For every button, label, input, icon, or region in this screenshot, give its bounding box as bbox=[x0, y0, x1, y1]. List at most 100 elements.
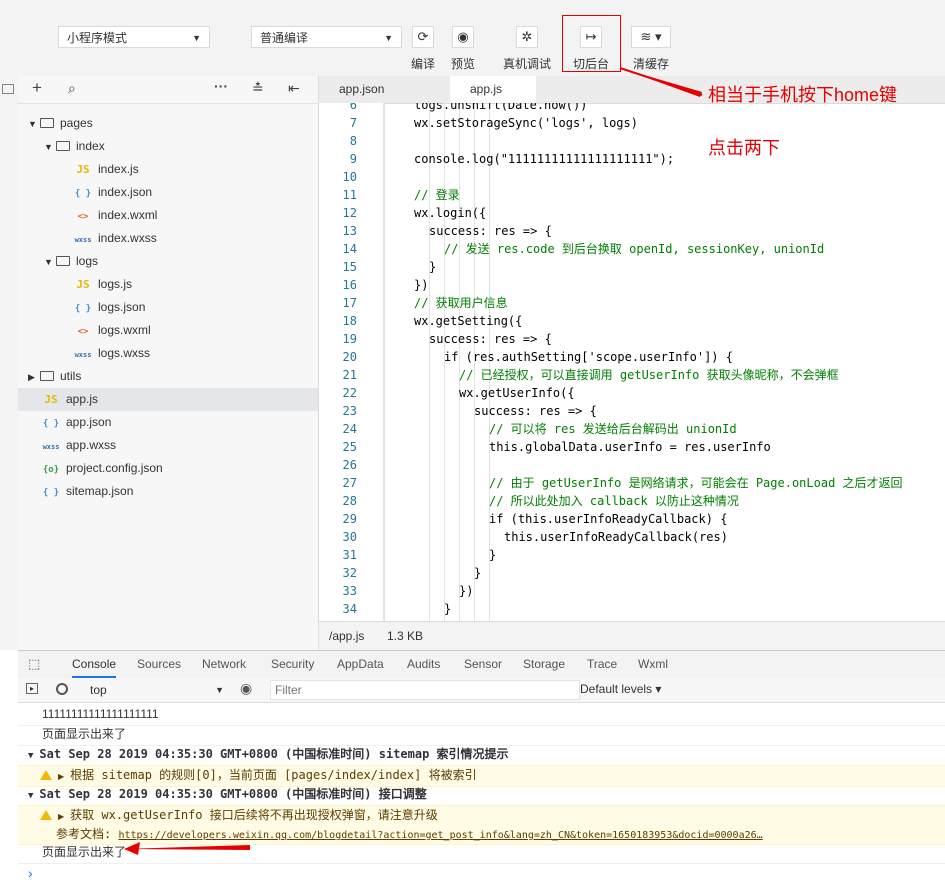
code-line: this.globalData.userInfo = res.userInfo bbox=[489, 440, 771, 454]
switch-background-button[interactable]: ↦ 切后台 bbox=[569, 26, 613, 72]
search-icon[interactable]: ⌕ bbox=[68, 80, 76, 97]
devtools-tab-sources[interactable]: Sources bbox=[137, 651, 181, 678]
tree-item-logs-wxml[interactable]: <> logs.wxml bbox=[18, 319, 318, 342]
console-log-text: 11111111111111111111 bbox=[42, 707, 159, 721]
tree-item-project-config-json[interactable]: {o} project.config.json bbox=[18, 457, 318, 480]
tree-item-logs-js[interactable]: JS logs.js bbox=[18, 273, 318, 296]
console-log-text: 页面显示出来了 bbox=[42, 845, 127, 859]
wxss-file-icon: wxss bbox=[42, 443, 60, 451]
folder-icon bbox=[56, 256, 70, 266]
line-number: 12 bbox=[342, 206, 357, 220]
tree-item-index-wxss[interactable]: wxss index.wxss bbox=[18, 227, 318, 250]
warning-icon bbox=[40, 810, 52, 820]
context-value: top bbox=[90, 683, 107, 697]
line-number: 14 bbox=[342, 242, 357, 256]
chevron-down-icon: ▼ bbox=[28, 119, 37, 129]
add-file-icon[interactable]: + bbox=[32, 78, 42, 98]
code-line: // 登录 bbox=[414, 188, 460, 202]
line-number: 9 bbox=[349, 152, 357, 166]
context-select[interactable]: top ▼ bbox=[84, 680, 224, 700]
tab-app-json[interactable]: app.json bbox=[319, 76, 449, 103]
line-number: 21 bbox=[342, 368, 357, 382]
sidebar-toggle-icon[interactable]: ▸ bbox=[26, 683, 38, 694]
panel-icon[interactable] bbox=[2, 84, 14, 94]
refresh-icon: ⟳ bbox=[412, 26, 434, 48]
devtools-tab-sensor[interactable]: Sensor bbox=[464, 651, 502, 678]
tree-item-app-wxss[interactable]: wxss app.wxss bbox=[18, 434, 318, 457]
js-file-icon: JS bbox=[76, 278, 90, 291]
chevron-down-icon: ▼ bbox=[44, 142, 53, 152]
console-group-header[interactable]: ▼ Sat Sep 28 2019 04:35:30 GMT+0800 (中国标准… bbox=[18, 745, 945, 766]
console-group-header[interactable]: ▼ Sat Sep 28 2019 04:35:30 GMT+0800 (中国标准… bbox=[18, 785, 945, 806]
warning-icon bbox=[40, 770, 52, 780]
code-line: }) bbox=[414, 278, 429, 292]
chevron-right-icon: ▶ bbox=[58, 812, 65, 821]
chevron-right-icon: ▶ bbox=[58, 772, 65, 781]
devtools-tab-network[interactable]: Network bbox=[202, 651, 246, 678]
line-number-gutter: 6 7 8 9 10 11 12 13 14 15 16 17 18 19 20 21 22 23 24 25 26 27… bbox=[319, 103, 384, 621]
devtools-tab-wxml[interactable]: Wxml bbox=[638, 651, 668, 678]
tree-item-logs[interactable]: ▼ logs bbox=[18, 250, 318, 273]
line-number: 27 bbox=[342, 476, 357, 490]
code-line: logs.unshift(Date.now()) bbox=[414, 103, 588, 112]
tree-item-label: index.wxss bbox=[98, 231, 157, 245]
line-number: 17 bbox=[342, 296, 357, 310]
compile-label: 编译 bbox=[410, 57, 435, 71]
tree-item-label: app.wxss bbox=[66, 438, 117, 452]
line-number: 24 bbox=[342, 422, 357, 436]
tree-item-logs-json[interactable]: { } logs.json bbox=[18, 296, 318, 319]
code-line: } bbox=[444, 602, 452, 616]
tree-item-utils[interactable]: ▶ utils bbox=[18, 365, 318, 388]
devtools-tab-console[interactable]: Console bbox=[72, 651, 117, 678]
compile-button[interactable]: ⟳ 编译 bbox=[401, 26, 445, 72]
chevron-down-icon: ▼ bbox=[28, 751, 34, 761]
tree-item-logs-wxss[interactable]: wxss logs.wxss bbox=[18, 342, 318, 365]
line-number: 31 bbox=[342, 548, 357, 562]
wxml-file-icon: <> bbox=[77, 327, 89, 337]
sidebar-toggle-icon[interactable]: ⇤ bbox=[288, 80, 300, 97]
devtools-tab-storage[interactable]: Storage bbox=[523, 651, 565, 678]
line-number: 28 bbox=[342, 494, 357, 508]
more-icon[interactable]: ··· bbox=[214, 78, 228, 94]
tree-item-app-js[interactable]: JS app.js bbox=[18, 388, 318, 411]
console-warning-row: ▶ 根据 sitemap 的规则[0]，当前页面 [pages/index/ind… bbox=[18, 765, 945, 787]
code-line: if (res.authSetting['scope.userInfo']) { bbox=[444, 350, 733, 364]
tree-item-index-js[interactable]: JS index.js bbox=[18, 158, 318, 181]
code-line: // 所以此处加入 callback 以防止这种情况 bbox=[489, 494, 739, 508]
console-prompt[interactable]: › bbox=[28, 865, 33, 881]
tab-app-js[interactable]: app.js bbox=[450, 76, 536, 103]
code-editor[interactable]: logs.unshift(Date.now()) wx.setStorageSyn… bbox=[384, 103, 945, 621]
line-number: 33 bbox=[342, 584, 357, 598]
devtools-tab-trace[interactable]: Trace bbox=[587, 651, 617, 678]
eye-icon[interactable]: ◉ bbox=[240, 680, 252, 697]
console-filter-input[interactable] bbox=[270, 680, 580, 700]
log-levels-select[interactable]: Default levels ▾ bbox=[580, 682, 661, 696]
preview-button[interactable]: ◉ 预览 bbox=[441, 26, 485, 72]
mode-select[interactable]: 小程序模式 ▼ bbox=[58, 26, 210, 48]
doc-link[interactable]: https://developers.weixin.qq.com/blogdet… bbox=[118, 830, 762, 841]
code-line: } bbox=[474, 566, 482, 580]
tree-item-pages[interactable]: ▼ pages bbox=[18, 112, 318, 135]
devtools-tab-audits[interactable]: Audits bbox=[407, 651, 440, 678]
chevron-down-icon: ▼ bbox=[192, 33, 201, 43]
annotation-click-twice: 点击两下 bbox=[708, 138, 780, 158]
code-line: // 发送 res.code 到后台换取 openId, sessionKey,… bbox=[444, 242, 825, 256]
tree-item-index-json[interactable]: { } index.json bbox=[18, 181, 318, 204]
remote-debug-button[interactable]: ✲ 真机调试 bbox=[499, 26, 555, 72]
tree-item-sitemap-json[interactable]: { } sitemap.json bbox=[18, 480, 318, 503]
tree-item-label: logs.json bbox=[98, 300, 146, 314]
console-toolbar: ▸ top ▼ ◉ Default levels ▾ bbox=[18, 678, 945, 703]
clear-cache-button[interactable]: ≋ ▾ 清缓存 bbox=[629, 26, 673, 72]
clear-console-icon[interactable] bbox=[56, 683, 68, 695]
tree-item-index[interactable]: ▼ index bbox=[18, 135, 318, 158]
tree-item-label: project.config.json bbox=[66, 461, 163, 475]
tree-item-index-wxml[interactable]: <> index.wxml bbox=[18, 204, 318, 227]
collapse-icon[interactable]: ≛ bbox=[252, 80, 264, 97]
code-line: success: res => { bbox=[429, 224, 552, 238]
line-number: 10 bbox=[342, 170, 357, 184]
inspect-icon[interactable]: ⬚ bbox=[28, 656, 40, 672]
tree-item-app-json[interactable]: { } app.json bbox=[18, 411, 318, 434]
compile-select[interactable]: 普通编译 ▼ bbox=[251, 26, 402, 48]
devtools-tab-security[interactable]: Security bbox=[271, 651, 314, 678]
devtools-tab-appdata[interactable]: AppData bbox=[337, 651, 384, 678]
